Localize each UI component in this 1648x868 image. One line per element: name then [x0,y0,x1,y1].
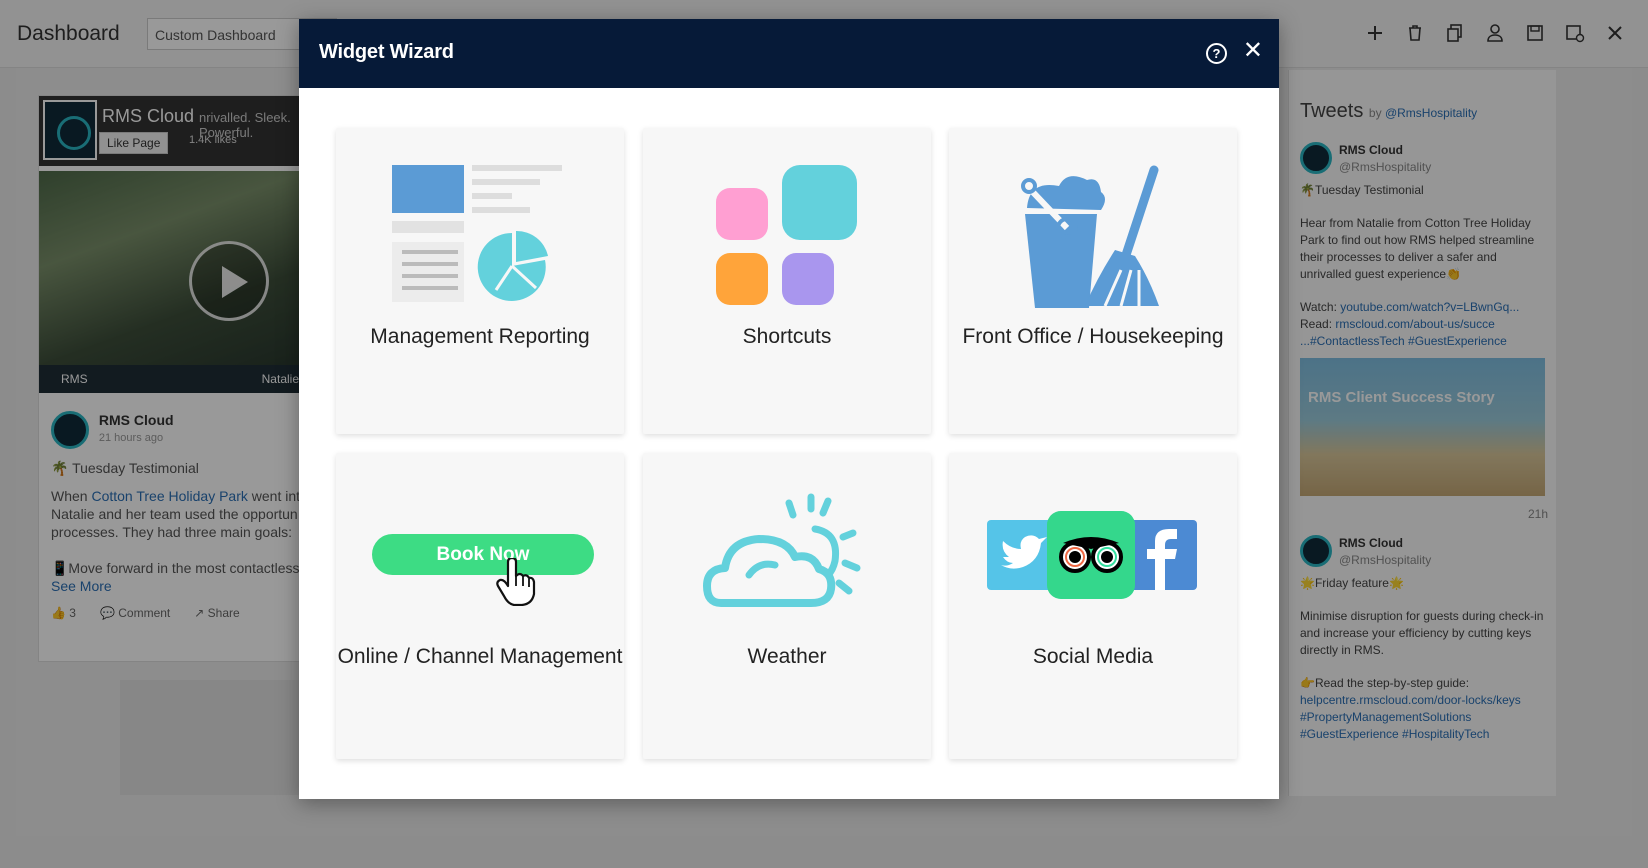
close-icon[interactable]: ✕ [1243,39,1263,63]
tile-label: Online / Channel Management [337,645,623,668]
social-media-icon [987,511,1197,599]
tile-shortcuts[interactable]: Shortcuts [643,128,931,434]
tile-label: Front Office / Housekeeping [962,325,1224,348]
book-now-icon: Book Now [372,534,594,575]
tile-front-office-housekeeping[interactable]: Front Office / Housekeeping [949,128,1237,434]
widget-wizard-modal: Widget Wizard ? ✕ Management Reporting S… [299,19,1279,799]
tile-online-channel-management[interactable]: Book Now Online / Channel Management [336,453,624,759]
tile-label: Social Media [1032,645,1154,668]
tile-management-reporting[interactable]: Management Reporting [336,128,624,434]
tile-label: Management Reporting [370,325,590,348]
shortcuts-icon [716,165,857,305]
tile-social-media[interactable]: Social Media [949,453,1237,759]
tile-weather[interactable]: Weather [643,453,931,759]
tile-label: Weather [747,645,827,668]
pointer-hand-icon [496,558,536,606]
modal-header: Widget Wizard ? ✕ [299,19,1279,88]
help-icon[interactable]: ? [1206,43,1227,64]
weather-icon [703,493,861,607]
modal-title: Widget Wizard [319,41,454,63]
housekeeping-icon [1021,165,1159,308]
report-icon [392,165,562,302]
tile-label: Shortcuts [742,325,832,348]
